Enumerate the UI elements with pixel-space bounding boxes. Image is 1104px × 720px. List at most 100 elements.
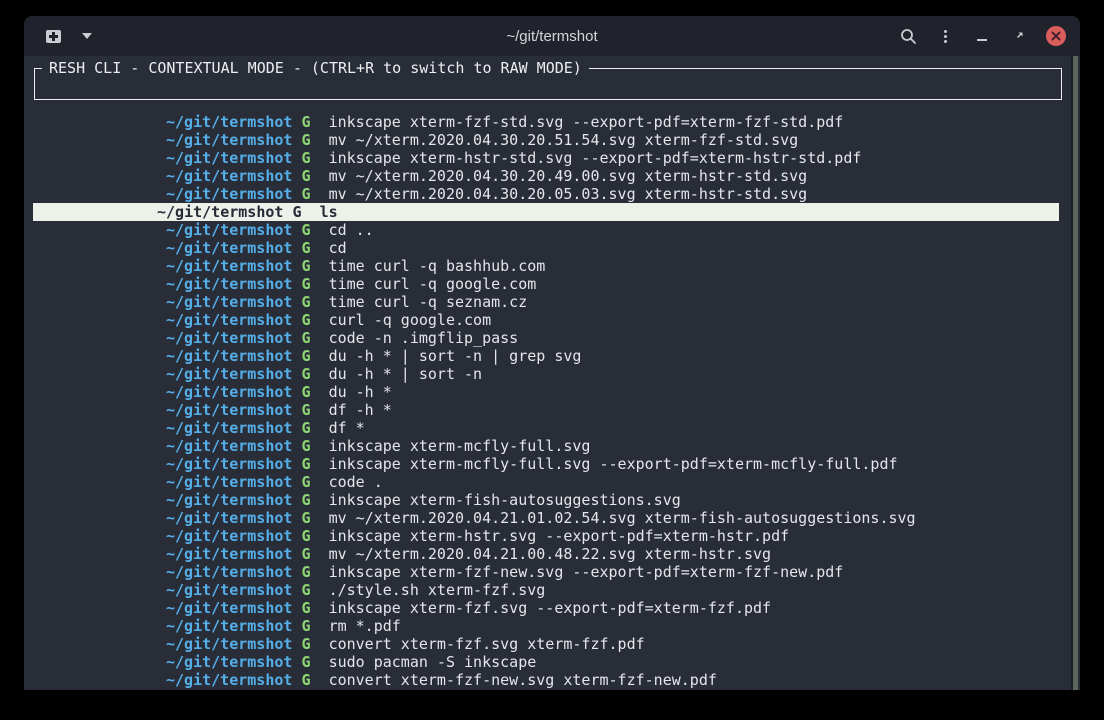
git-indicator: G [301,581,310,599]
git-indicator: G [301,383,310,401]
command-text: sudo pacman -S inkscape [329,653,537,671]
scrollbar[interactable] [1071,56,1078,690]
command-text: inkscape xterm-fish-autosuggestions.svg [329,491,681,509]
git-indicator: G [301,455,310,473]
history-row[interactable]: ~/git/termshot G du -h * [33,383,1059,401]
command-text: du -h * | sort -n | grep svg [329,347,582,365]
git-indicator: G [301,257,310,275]
restore-button[interactable] [1009,26,1029,46]
new-tab-button[interactable] [40,23,66,49]
history-row[interactable]: ~/git/termshot G code . [33,473,1059,491]
history-path: ~/git/termshot [166,131,292,149]
git-indicator: G [301,221,310,239]
titlebar: ~/git/termshot [24,16,1080,56]
history-row[interactable]: ~/git/termshot G sudo pacman -S inkscape [33,653,1059,671]
history-row[interactable]: ~/git/termshot G inkscape xterm-fish-aut… [33,491,1059,509]
history-path: ~/git/termshot [166,599,292,617]
git-indicator: G [301,419,310,437]
history-path: ~/git/termshot [166,419,292,437]
history-path: ~/git/termshot [166,185,292,203]
history-row[interactable]: ~/git/termshot G inkscape xterm-hstr.svg… [33,527,1059,545]
history-path: ~/git/termshot [166,365,292,383]
history-row[interactable]: ~/git/termshot G convert xterm-fzf.svg x… [33,635,1059,653]
history-row[interactable]: ~/git/termshot G curl -q google.com [33,311,1059,329]
git-indicator: G [301,617,310,635]
git-indicator: G [301,185,310,203]
titlebar-left-controls [40,23,96,49]
command-text: df * [329,419,365,437]
history-row[interactable]: ~/git/termshot G time curl -q seznam.cz [33,293,1059,311]
history-path: ~/git/termshot [166,113,292,131]
history-row[interactable]: ~/git/termshot G inkscape xterm-fzf.svg … [33,599,1059,617]
history-row[interactable]: ~/git/termshot G convert xterm-fzf-new.s… [33,671,1059,689]
command-text: du -h * | sort -n [329,365,483,383]
new-tab-icon [46,30,61,43]
history-path: ~/git/termshot [157,203,283,221]
history-row[interactable]: ~/git/termshot G cd .. [33,221,1059,239]
history-row[interactable]: ~/git/termshot G inkscape xterm-fzf-new.… [33,563,1059,581]
command-text: time curl -q google.com [329,275,537,293]
history-row[interactable]: ~/git/termshot G time curl -q google.com [33,275,1059,293]
git-indicator: G [292,203,301,221]
close-icon [1051,31,1061,41]
command-text: time curl -q bashhub.com [329,257,546,275]
git-indicator: G [301,437,310,455]
history-list: ~/git/termshot G inkscape xterm-fzf-std.… [33,113,1059,689]
history-row[interactable]: ~/git/termshot G mv ~/xterm.2020.04.21.0… [33,509,1059,527]
restore-icon [1013,30,1025,42]
terminal-content[interactable]: RESH CLI - CONTEXTUAL MODE - (CTRL+R to … [24,56,1080,690]
history-path: ~/git/termshot [166,149,292,167]
history-row[interactable]: ~/git/termshot G ls [33,203,1059,221]
command-text: code -n .imgflip_pass [329,329,519,347]
history-row[interactable]: ~/git/termshot G mv ~/xterm.2020.04.30.2… [33,167,1059,185]
git-indicator: G [301,113,310,131]
history-row[interactable]: ~/git/termshot G du -h * | sort -n | gre… [33,347,1059,365]
history-row[interactable]: ~/git/termshot G mv ~/xterm.2020.04.30.2… [33,185,1059,203]
resh-search-input[interactable] [39,73,1057,97]
minimize-icon [977,39,987,41]
command-text: ls [320,203,338,221]
command-text: mv ~/xterm.2020.04.30.20.51.54.svg xterm… [329,131,799,149]
git-indicator: G [301,293,310,311]
command-text: inkscape xterm-mcfly-full.svg [329,437,591,455]
history-row[interactable]: ~/git/termshot G du -h * | sort -n [33,365,1059,383]
git-indicator: G [301,527,310,545]
history-row[interactable]: ~/git/termshot G mv ~/xterm.2020.04.30.2… [33,131,1059,149]
history-path: ~/git/termshot [166,491,292,509]
search-button[interactable] [898,26,918,46]
history-path: ~/git/termshot [166,347,292,365]
command-text: inkscape xterm-fzf-new.svg --export-pdf=… [329,563,844,581]
git-indicator: G [301,149,310,167]
command-text: du -h * [329,383,392,401]
minimize-button[interactable] [972,26,992,46]
close-button[interactable] [1046,26,1066,46]
new-tab-dropdown-button[interactable] [78,23,96,49]
menu-button[interactable] [935,26,955,46]
git-indicator: G [301,545,310,563]
chevron-down-icon [82,33,92,39]
history-row[interactable]: ~/git/termshot G rm *.pdf [33,617,1059,635]
history-row[interactable]: ~/git/termshot G cd [33,239,1059,257]
history-row[interactable]: ~/git/termshot G ./style.sh xterm-fzf.sv… [33,581,1059,599]
history-path: ~/git/termshot [166,473,292,491]
history-row[interactable]: ~/git/termshot G df -h * [33,401,1059,419]
command-text: inkscape xterm-hstr-std.svg --export-pdf… [329,149,862,167]
command-text: cd [329,239,347,257]
titlebar-right-controls [898,26,1066,46]
history-row[interactable]: ~/git/termshot G inkscape xterm-fzf-std.… [33,113,1059,131]
history-row[interactable]: ~/git/termshot G inkscape xterm-hstr-std… [33,149,1059,167]
history-row[interactable]: ~/git/termshot G inkscape xterm-mcfly-fu… [33,455,1059,473]
git-indicator: G [301,491,310,509]
history-row[interactable]: ~/git/termshot G time curl -q bashhub.co… [33,257,1059,275]
history-path: ~/git/termshot [166,545,292,563]
history-row[interactable]: ~/git/termshot G code -n .imgflip_pass [33,329,1059,347]
command-text: inkscape xterm-mcfly-full.svg --export-p… [329,455,898,473]
history-path: ~/git/termshot [166,653,292,671]
history-row[interactable]: ~/git/termshot G inkscape xterm-mcfly-fu… [33,437,1059,455]
git-indicator: G [301,599,310,617]
history-row[interactable]: ~/git/termshot G mv ~/xterm.2020.04.21.0… [33,545,1059,563]
git-indicator: G [301,347,310,365]
history-path: ~/git/termshot [166,239,292,257]
history-row[interactable]: ~/git/termshot G df * [33,419,1059,437]
command-text: cd .. [329,221,374,239]
